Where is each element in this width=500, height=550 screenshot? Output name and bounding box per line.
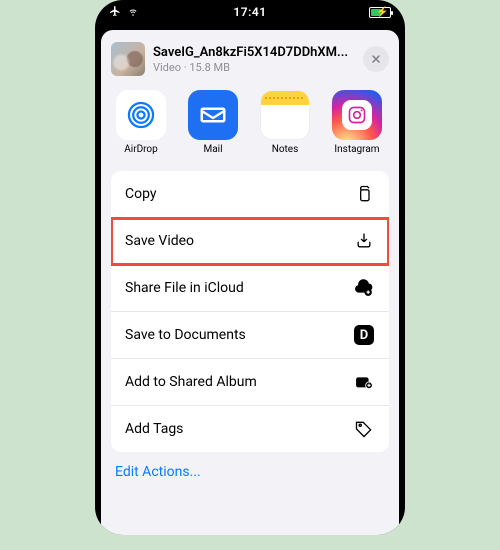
icloud-share-icon bbox=[353, 277, 375, 299]
airdrop-icon bbox=[116, 90, 166, 140]
share-target-airdrop[interactable]: AirDrop bbox=[111, 90, 171, 155]
share-target-row[interactable]: AirDrop Mail Notes Instagram bbox=[101, 86, 399, 165]
status-time: 17:41 bbox=[233, 5, 266, 19]
action-label: Share File in iCloud bbox=[125, 280, 244, 296]
share-target-mail[interactable]: Mail bbox=[183, 90, 243, 155]
battery-icon: ⚡ bbox=[369, 7, 391, 18]
action-shared-album[interactable]: Add to Shared Album bbox=[111, 359, 389, 406]
status-right: ⚡ bbox=[369, 7, 391, 18]
action-share-icloud[interactable]: Share File in iCloud bbox=[111, 265, 389, 312]
action-copy[interactable]: Copy bbox=[111, 171, 389, 218]
tag-icon bbox=[353, 418, 375, 440]
action-label: Add to Shared Album bbox=[125, 374, 257, 390]
status-bar: 17:41 ⚡ bbox=[95, 0, 405, 24]
share-label: Mail bbox=[183, 144, 243, 155]
action-label: Save to Documents bbox=[125, 327, 246, 343]
file-title-block: SaveIG_An8kzFi5X14D7DDhXM... Video · 15.… bbox=[153, 45, 355, 74]
status-left bbox=[109, 5, 140, 20]
phone-frame: 17:41 ⚡ SaveIG_An8kzFi5X14D7DDhXM... Vid… bbox=[95, 0, 405, 535]
edit-actions-button[interactable]: Edit Actions... bbox=[101, 452, 399, 492]
airplane-mode-icon bbox=[109, 5, 121, 20]
action-label: Copy bbox=[125, 186, 157, 202]
file-meta: Video · 15.8 MB bbox=[153, 61, 355, 74]
action-label: Save Video bbox=[125, 233, 194, 249]
action-add-tags[interactable]: Add Tags bbox=[111, 406, 389, 452]
file-name: SaveIG_An8kzFi5X14D7DDhXM... bbox=[153, 45, 355, 60]
notes-icon bbox=[260, 90, 310, 140]
share-label: Notes bbox=[255, 144, 315, 155]
share-label: Instagram bbox=[327, 144, 387, 155]
instagram-icon bbox=[332, 90, 382, 140]
action-label: Add Tags bbox=[125, 421, 183, 437]
action-save-video[interactable]: Save Video bbox=[111, 218, 389, 265]
share-label: AirDrop bbox=[111, 144, 171, 155]
download-icon bbox=[353, 230, 375, 252]
copy-icon bbox=[353, 183, 375, 205]
share-target-notes[interactable]: Notes bbox=[255, 90, 315, 155]
close-button[interactable] bbox=[363, 46, 389, 72]
wifi-icon bbox=[126, 5, 140, 20]
shared-album-icon bbox=[353, 371, 375, 393]
mail-icon bbox=[188, 90, 238, 140]
share-header: SaveIG_An8kzFi5X14D7DDhXM... Video · 15.… bbox=[101, 36, 399, 86]
share-sheet: SaveIG_An8kzFi5X14D7DDhXM... Video · 15.… bbox=[101, 30, 399, 535]
action-list: Copy Save Video Share File in iCloud Sav… bbox=[111, 171, 389, 452]
file-thumbnail bbox=[111, 42, 145, 76]
action-save-documents[interactable]: Save to Documents D bbox=[111, 312, 389, 359]
documents-app-icon: D bbox=[353, 324, 375, 346]
close-icon bbox=[370, 50, 382, 69]
share-target-instagram[interactable]: Instagram bbox=[327, 90, 387, 155]
